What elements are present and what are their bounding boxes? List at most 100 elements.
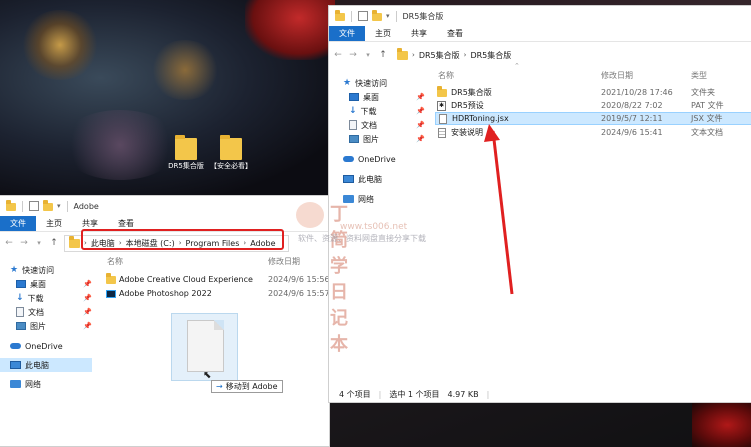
sort-chevron-icon: ⌃ [514,62,520,70]
nav-label: OneDrive [25,341,63,351]
column-header-date[interactable]: 修改日期 [268,256,300,267]
nav-label: 快速访问 [355,78,388,88]
breadcrumb-item[interactable]: DR5集合版 [419,50,460,61]
file-row[interactable]: ✱ DR5预设 2020/8/22 7:02 PAT 文件 [437,99,751,112]
pin-icon: 📌 [83,308,92,316]
nav-pictures[interactable]: 图片 📌 [343,132,425,146]
nav-desktop[interactable]: 桌面 📌 [343,90,425,104]
nav-documents[interactable]: 文档 📌 [10,305,92,319]
nav-pictures[interactable]: 图片 📌 [10,319,92,333]
star-icon: ★ [343,78,352,88]
nav-label: 下载 [27,293,44,303]
document-icon [16,307,24,317]
nav-label: 文档 [361,120,377,130]
tab-home[interactable]: 主页 [36,216,72,231]
title-bar: ▾ DR5集合版 [329,6,751,26]
forward-arrow-icon[interactable]: → [19,238,29,248]
column-header-name[interactable]: 名称 [438,70,454,81]
file-type: 文本文档 [691,128,723,137]
nav-label: 桌面 [30,279,46,289]
nav-onedrive[interactable]: OneDrive [343,152,425,166]
cloud-icon [10,343,21,349]
up-arrow-icon[interactable]: ↑ [378,50,388,60]
file-name: HDRToning.jsx [452,114,509,123]
nav-label: 文档 [28,307,44,317]
title-bar: ▾ Adobe [0,196,329,216]
nav-documents[interactable]: 文档 📌 [343,118,425,132]
file-type: JSX 文件 [691,114,723,123]
pin-icon: 📌 [416,121,425,129]
properties-icon[interactable] [29,201,39,211]
properties-icon[interactable] [358,11,368,21]
download-icon: ↓ [349,106,357,116]
quick-access-dropdown[interactable]: ▾ [386,12,390,20]
nav-network[interactable]: 网络 [10,377,92,391]
nav-desktop[interactable]: 桌面 📌 [10,277,92,291]
quick-access-dropdown[interactable]: ▾ [57,202,61,210]
new-folder-icon[interactable] [372,10,382,21]
folder-icon [335,10,345,21]
new-folder-icon[interactable] [43,200,53,211]
file-row[interactable]: Adobe Creative Cloud Experience 2024/9/6… [106,272,330,286]
desktop-icon [349,93,359,101]
breadcrumb-item[interactable]: DR5集合版 [470,50,511,61]
photoshop-icon [106,289,116,298]
drag-tooltip-text: 移动到 Adobe [225,382,278,391]
file-row[interactable]: DR5集合版 2021/10/28 17:46 文件夹 [437,85,751,99]
nav-label: OneDrive [358,154,396,164]
file-name: Adobe Creative Cloud Experience [119,275,253,284]
file-row[interactable]: 安装说明 2024/9/6 15:41 文本文档 [437,126,751,139]
tab-file[interactable]: 文件 [0,216,36,231]
document-icon [349,120,357,130]
file-date: 2020/8/22 7:02 [601,101,663,110]
recent-chevron-icon[interactable]: ▾ [363,51,373,59]
desktop-icon-label: DR5集合版 [168,162,204,170]
selection-size: 4.97 KB [447,390,479,399]
tab-share[interactable]: 共享 [401,26,437,41]
folder-icon [106,272,116,284]
pin-icon: 📌 [416,93,425,101]
tab-file[interactable]: 文件 [329,26,365,41]
column-header-date[interactable]: 修改日期 [601,70,633,81]
file-name: Adobe Photoshop 2022 [119,289,212,298]
nav-label: 图片 [363,134,379,144]
recent-chevron-icon[interactable]: ▾ [34,239,44,247]
pin-icon: 📌 [83,280,92,288]
desktop-icon-dr5[interactable]: DR5集合版 [161,135,211,170]
nav-downloads[interactable]: ↓ 下载 📌 [343,104,425,118]
download-icon: ↓ [16,293,24,303]
column-header-name[interactable]: 名称 [107,256,123,267]
nav-quick-access[interactable]: ★ 快速访问 [343,76,425,90]
up-arrow-icon[interactable]: ↑ [49,238,59,248]
network-icon [10,380,21,388]
tab-home[interactable]: 主页 [365,26,401,41]
window-title: DR5集合版 [402,11,444,21]
nav-network[interactable]: 网络 [343,192,425,206]
ribbon: 文件 主页 共享 查看 [329,26,751,42]
tab-view[interactable]: 查看 [437,26,473,41]
back-arrow-icon[interactable]: ← [4,238,14,248]
file-type: 文件夹 [691,88,715,97]
address-bar[interactable]: › DR5集合版 › DR5集合版 [393,47,751,64]
file-name: 安装说明 [451,128,483,137]
column-header-type[interactable]: 类型 [691,70,707,81]
desktop-icon [16,280,26,288]
nav-downloads[interactable]: ↓ 下载 📌 [10,291,92,305]
nav-this-pc[interactable]: 此电脑 [0,358,92,372]
selection-count: 选中 1 个项目 [389,390,440,399]
navigation-pane: ★ 快速访问 桌面 📌 ↓ 下载 📌 文档 📌 图片 📌 OneDrive 此电… [0,263,92,391]
nav-onedrive[interactable]: OneDrive [10,339,92,353]
folder-icon [220,135,242,160]
back-arrow-icon[interactable]: ← [333,50,343,60]
picture-icon [349,135,359,143]
desktop-icon-safety[interactable]: 【安全必看】 [206,135,256,170]
forward-arrow-icon[interactable]: → [348,50,358,60]
nav-label: 此电脑 [25,360,49,370]
window-title: Adobe [73,201,99,211]
star-icon: ★ [10,265,19,275]
nav-quick-access[interactable]: ★ 快速访问 [10,263,92,277]
computer-icon [343,175,354,183]
nav-this-pc[interactable]: 此电脑 [343,172,425,186]
file-row[interactable]: Adobe Photoshop 2022 2024/9/6 15:57 [106,287,330,300]
file-row-selected[interactable]: HDRToning.jsx 2019/5/7 12:11 JSX 文件 [435,112,751,125]
